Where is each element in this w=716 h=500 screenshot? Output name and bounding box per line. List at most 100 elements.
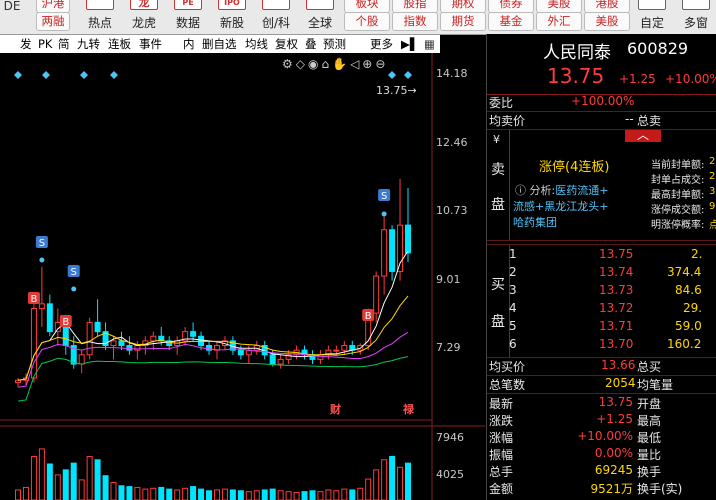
home-tool-icon[interactable]: ⌂ — [321, 57, 332, 71]
candle-body[interactable] — [110, 340, 117, 347]
analysis-tag[interactable]: 流感+黑龙江龙头+ — [513, 198, 608, 214]
dragon-tiger-button[interactable]: 龙 龙虎 — [124, 0, 164, 34]
total-buy-label: 总买 — [637, 360, 662, 374]
sell-signal-marker[interactable]: S — [67, 265, 80, 278]
candle-body[interactable] — [134, 345, 141, 351]
event-diamond-marker[interactable] — [80, 71, 88, 79]
toolbar-brief[interactable]: 简 — [58, 35, 70, 53]
tab-funds[interactable]: 基金 — [488, 12, 534, 31]
candle-body[interactable] — [86, 321, 93, 356]
event-diamond-marker[interactable] — [110, 71, 118, 79]
toolbar-remove-watchlist[interactable]: 删自选 — [202, 35, 237, 53]
volume-bar — [245, 491, 252, 500]
nav-margin-trading[interactable]: 两融 — [36, 12, 70, 31]
buy-level-row[interactable]: 3 13.73 84.6 — [487, 283, 716, 300]
candle-body[interactable] — [237, 349, 244, 356]
hot-topics-button[interactable]: 热点 — [80, 0, 120, 34]
buy-price: 13.73 — [599, 283, 634, 297]
event-marker-financial[interactable]: 财 — [330, 401, 341, 417]
buy-level-row[interactable]: 4 13.72 29. — [487, 301, 716, 318]
buy-level-row[interactable]: 6 13.70 160.2 — [487, 337, 716, 354]
collapse-icon[interactable]: ▶▌ — [401, 35, 419, 53]
custom-button[interactable]: 自定 — [634, 0, 670, 34]
toolbar-forecast[interactable]: 预测 — [323, 35, 346, 53]
sell-signal-marker[interactable]: S — [378, 189, 391, 202]
toolbar-inner[interactable]: 内 — [183, 35, 195, 53]
data-button[interactable]: PE 数据 — [168, 0, 208, 34]
analysis-tag[interactable]: 哈药集团 — [513, 214, 557, 230]
analysis-tag[interactable]: 医药流通+ — [555, 184, 608, 197]
tab-us-stocks[interactable]: 美股 — [584, 12, 630, 31]
candle-body[interactable] — [269, 354, 276, 365]
prev-icon[interactable]: ◁ — [350, 57, 362, 71]
candle-body[interactable] — [389, 229, 396, 272]
buy-signal-marker[interactable]: B — [27, 292, 40, 305]
stat-label: 当前封单额: — [651, 160, 705, 171]
event-diamond-marker[interactable] — [42, 71, 50, 79]
candle-body[interactable] — [38, 303, 45, 309]
buy-signal-marker[interactable]: B — [362, 309, 375, 322]
chart-tools: ⚙◇◉⌂✋◁⊕⊖ — [282, 57, 388, 71]
sell-signal-marker[interactable]: S — [35, 236, 48, 249]
buy-level-row[interactable]: 2 13.74 374.4 — [487, 265, 716, 282]
candle-body[interactable] — [46, 303, 53, 333]
diamond-tool-icon[interactable]: ◇ — [296, 57, 308, 71]
buy-signal-marker[interactable]: B — [59, 315, 72, 328]
event-diamond-marker[interactable] — [14, 71, 22, 79]
volume-bar — [365, 478, 372, 500]
toolbar-events[interactable]: 事件 — [139, 35, 162, 53]
candle-body[interactable] — [94, 321, 101, 333]
grid-icon[interactable]: ▦ — [424, 35, 435, 53]
toolbar-publish[interactable]: 发 — [20, 35, 32, 53]
candle-body[interactable] — [190, 331, 197, 337]
toolbar-moving-average[interactable]: 均线 — [245, 35, 268, 53]
event-marker-lu[interactable]: 禄 — [403, 401, 414, 417]
buy-level-row[interactable]: 5 13.71 59.0 — [487, 319, 716, 336]
zoom-out-icon[interactable]: ⊖ — [375, 57, 388, 71]
volume-bar — [277, 490, 284, 500]
pan-hand-icon[interactable]: ✋ — [332, 57, 350, 71]
toolbar-consecutive-limit[interactable]: 连板 — [108, 35, 131, 53]
candle-body[interactable] — [405, 224, 411, 254]
tab-forex[interactable]: 外汇 — [536, 12, 582, 31]
buy-level: 5 — [509, 319, 517, 333]
toolbar-more[interactable]: 更多 — [370, 35, 393, 53]
buy-volume: 374.4 — [667, 265, 702, 279]
buy-level-row[interactable]: 1 13.75 2. — [487, 247, 716, 264]
event-diamond-marker[interactable] — [388, 71, 396, 79]
ipo-button[interactable]: IPO 新股 — [212, 0, 252, 34]
candle-body[interactable] — [373, 275, 380, 314]
volume-bar — [174, 489, 181, 500]
tab-futures[interactable]: 期货 — [440, 12, 486, 31]
buy-price: 13.70 — [599, 337, 634, 351]
candle-body[interactable] — [333, 349, 340, 352]
candle-body[interactable] — [78, 354, 85, 365]
event-diamond-marker[interactable] — [404, 71, 412, 79]
toolbar-overlay[interactable]: 叠 — [305, 35, 317, 53]
sell-side-label: 卖 — [491, 162, 505, 178]
candle-body[interactable] — [381, 229, 388, 277]
candle-body[interactable] — [341, 345, 348, 351]
multi-window-button[interactable]: 多窗 — [676, 0, 716, 34]
volume-bar — [373, 469, 380, 500]
candle-body[interactable] — [277, 358, 284, 365]
toolbar-pk[interactable]: PK — [38, 35, 52, 53]
star-market-button[interactable]: 创/科 — [256, 0, 296, 34]
zoom-in-icon[interactable]: ⊕ — [362, 57, 375, 71]
collapse-up-icon[interactable]: ︿ — [625, 129, 661, 142]
candle-body[interactable] — [15, 379, 21, 384]
eye-icon[interactable]: ◉ — [308, 57, 321, 71]
tab-stocks[interactable]: 个股 — [344, 12, 390, 31]
tab-index[interactable]: 指数 — [392, 12, 438, 31]
candle-body[interactable] — [150, 335, 157, 342]
toolbar-adjust[interactable]: 复权 — [275, 35, 298, 53]
settings-icon[interactable]: ⚙ — [282, 57, 296, 71]
volume-bar — [46, 463, 53, 500]
global-button[interactable]: 全球 — [300, 0, 340, 34]
pe-icon: PE — [174, 0, 202, 10]
volume-bar — [102, 475, 109, 500]
kline-chart-area[interactable]: S S S B B B ⚙◇◉⌂✋◁⊕⊖ 14.18 12.46 10.73 9.01 7… — [0, 53, 485, 500]
toolbar-nine-turns[interactable]: 九转 — [77, 35, 100, 53]
candle-body[interactable] — [126, 345, 133, 351]
candle-body[interactable] — [118, 340, 125, 347]
